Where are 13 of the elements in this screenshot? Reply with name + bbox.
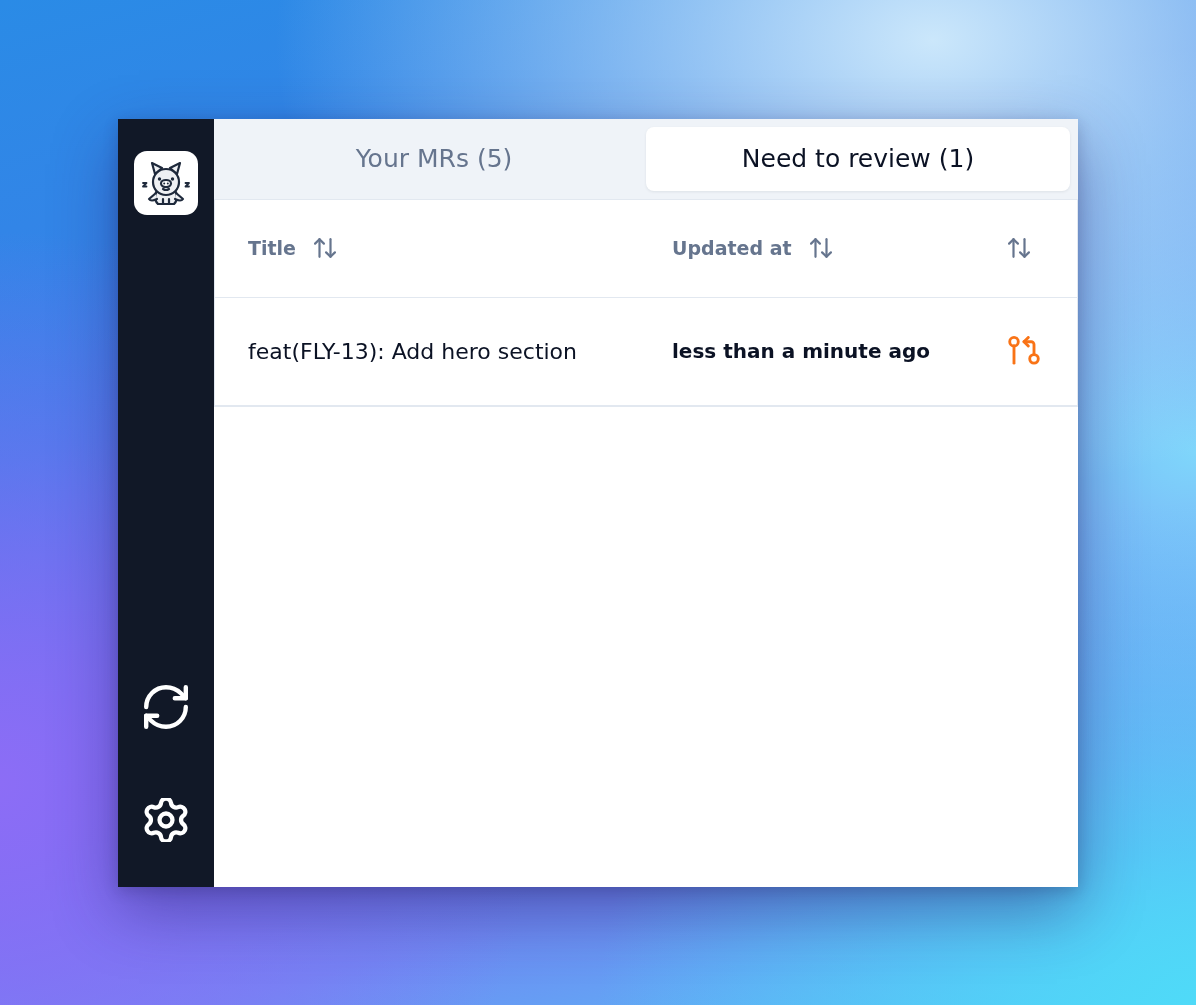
column-header-button[interactable]: Title	[248, 237, 336, 259]
sort-icon[interactable]	[809, 238, 832, 258]
pull-request-icon[interactable]	[1008, 336, 1040, 366]
title-cell: feat(FLY-13): Add hero section	[248, 338, 578, 364]
column-header-button[interactable]: Updated at	[672, 237, 832, 259]
sort-icon[interactable]	[1008, 238, 1030, 258]
settings-icon[interactable]	[144, 797, 188, 842]
pig-logo-icon	[134, 150, 198, 215]
tab[interactable]: Need to review (1)	[646, 126, 1070, 191]
sort-icon[interactable]	[313, 238, 336, 258]
updated-at-cell: less than a minute ago	[672, 339, 930, 363]
tab[interactable]: Your MRs (5)	[222, 126, 646, 191]
refresh-icon[interactable]	[144, 684, 188, 729]
